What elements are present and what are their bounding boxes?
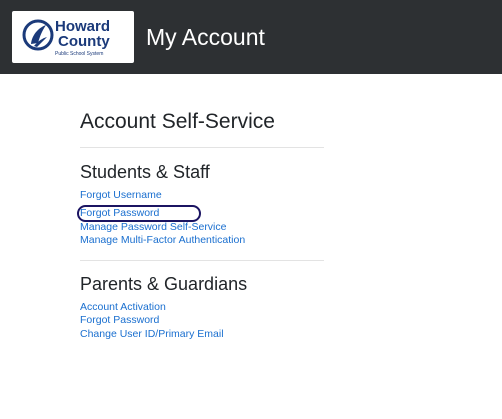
parents-guardians-links: Account Activation Forgot Password Chang… bbox=[80, 301, 324, 342]
manage-password-self-service-link[interactable]: Manage Password Self-Service bbox=[80, 221, 324, 235]
manage-mfa-link[interactable]: Manage Multi-Factor Authentication bbox=[80, 234, 324, 248]
change-user-id-link[interactable]: Change User ID/Primary Email bbox=[80, 328, 324, 342]
page-title: Account Self-Service bbox=[80, 110, 275, 133]
logo-tagline: Public School System bbox=[55, 51, 103, 57]
forgot-username-link[interactable]: Forgot Username bbox=[80, 189, 324, 203]
forgot-password-highlight: Forgot Password bbox=[77, 204, 201, 222]
students-staff-links: Forgot Username Forgot Password Manage P… bbox=[77, 189, 324, 248]
divider-middle bbox=[80, 259, 324, 261]
forgot-password-link-students[interactable]: Forgot Password bbox=[80, 207, 159, 221]
forgot-password-link-parents[interactable]: Forgot Password bbox=[80, 314, 324, 328]
hcpss-logo[interactable]: Howard County Public School System bbox=[12, 11, 134, 63]
page: Howard County Public School System My Ac… bbox=[0, 0, 502, 419]
account-activation-link[interactable]: Account Activation bbox=[80, 301, 324, 315]
section-title-students-staff: Students & Staff bbox=[80, 162, 210, 182]
logo-graphic: Howard County Public School System bbox=[22, 18, 110, 57]
section-students-staff: Students & Staff Forgot Username Forgot … bbox=[77, 161, 324, 248]
divider-top bbox=[80, 147, 324, 148]
section-title-parents-guardians: Parents & Guardians bbox=[80, 273, 248, 294]
flame-leaf-icon bbox=[22, 19, 54, 51]
logo-word-county: County bbox=[58, 33, 110, 50]
section-parents-guardians: Parents & Guardians Account Activation F… bbox=[80, 273, 324, 342]
app-title: My Account bbox=[146, 24, 265, 50]
account-self-service-panel: Account Self-Service Students & Staff Fo… bbox=[77, 108, 324, 342]
top-navbar: Howard County Public School System My Ac… bbox=[0, 0, 502, 74]
